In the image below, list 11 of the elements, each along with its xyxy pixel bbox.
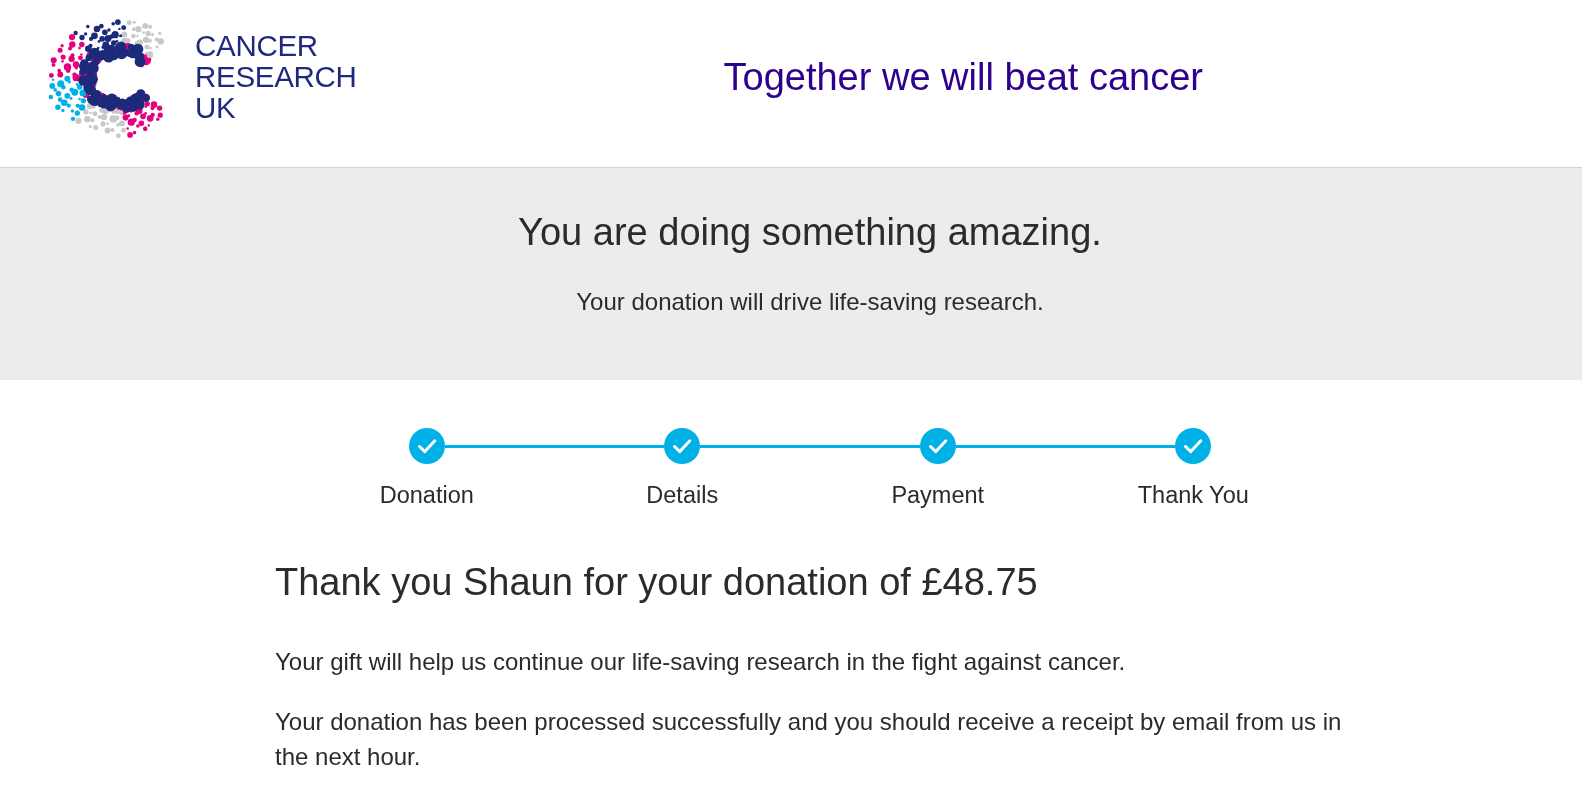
banner-title: You are doing something amazing. bbox=[517, 210, 1103, 254]
confirmation-title: Thank you Shaun for your donation of £48.75 bbox=[275, 560, 1039, 604]
step-label: Donation bbox=[379, 482, 474, 508]
confirmation-text: Your gift will help us continue our life-saving research in the fight against cancer. bbox=[275, 647, 1127, 677]
step-label: Payment bbox=[891, 482, 985, 508]
step-label: Thank You bbox=[1137, 482, 1249, 508]
step-label: Details bbox=[646, 482, 719, 508]
tagline: Together we will beat cancer bbox=[722, 55, 1204, 99]
banner-subtitle: Your donation will drive life-saving research. bbox=[575, 288, 1045, 316]
logo-text: CANCER RESEARCH UK bbox=[195, 29, 357, 123]
confirmation-text: Your donation has been processed successfully and you should receive a receipt by email from us in the next hour. bbox=[275, 707, 1343, 772]
